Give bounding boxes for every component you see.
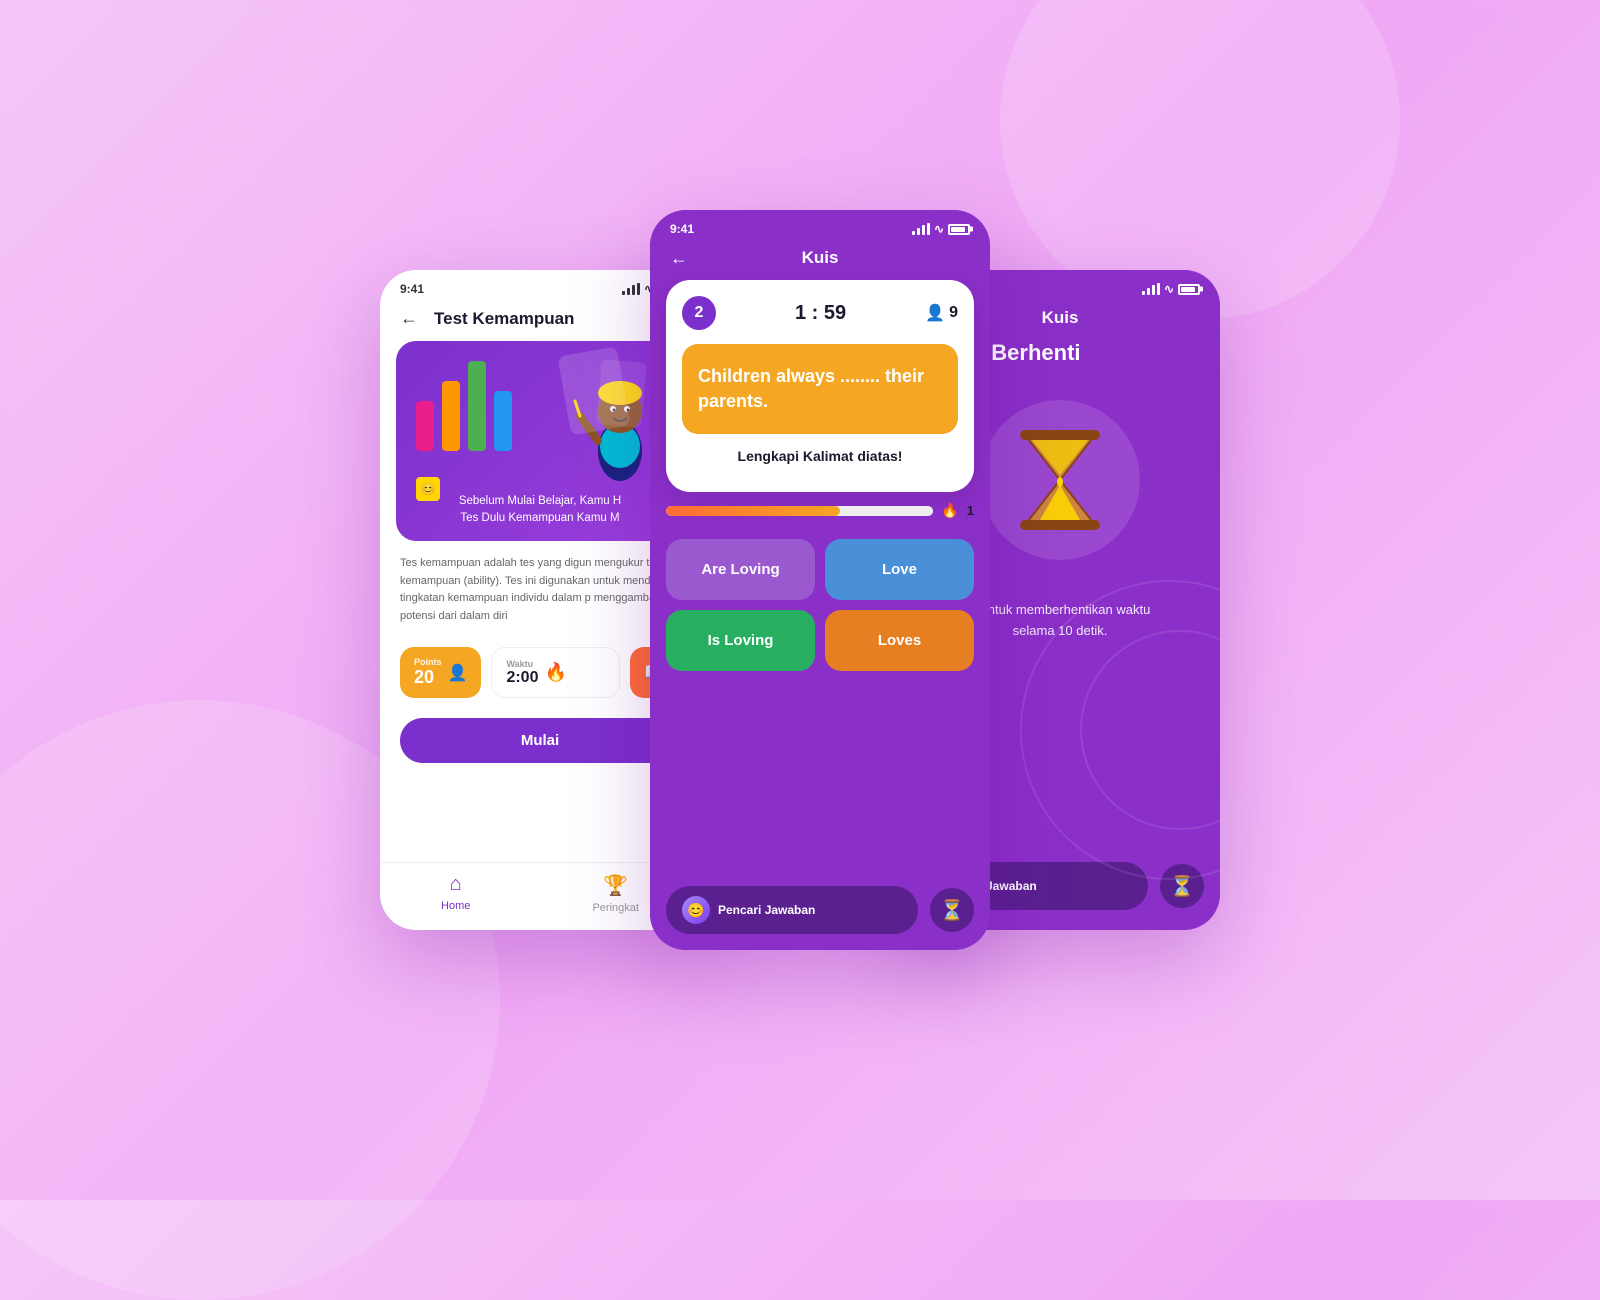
progress-value: 1 [967,503,974,518]
quiz-meta: 2 1 : 59 👤 9 [682,296,958,330]
left-hero-banner: 😊 [396,341,684,541]
center-status-bar: 9:41 ∿ [650,210,990,240]
points-box: Points 20 👤 [400,647,481,698]
hourglass-icon: ⏳ [940,898,965,923]
nav-peringkat[interactable]: 🏆 Peringkat [592,873,638,914]
points-label: Points [414,657,442,667]
pencari-jawaban-button[interactable]: 😊 Pencari Jawaban [666,886,918,934]
progress-bar-background [666,506,933,516]
quiz-timer: 1 : 59 [795,302,846,325]
option-b-button[interactable]: Love [825,539,974,600]
center-status-icons: ∿ [912,222,970,236]
question-box: Children always ........ their parents. [682,344,958,434]
nav-home[interactable]: ⌂ Home [441,873,470,914]
center-hourglass-button[interactable]: ⏳ [930,888,974,932]
options-grid: Are Loving Love Is Loving Loves [666,539,974,671]
pencari-avatar: 😊 [682,896,710,924]
waktu-label: Waktu [506,659,538,669]
right-wifi-icon: ∿ [1164,282,1174,296]
nav-home-label: Home [441,900,470,912]
center-status-time: 9:41 [670,222,694,236]
right-battery-icon [1178,284,1200,295]
phones-container: 9:41 ∿ ← Test Kemampuan [350,150,1250,1050]
center-bottom-toolbar: 😊 Pencari Jawaban ⏳ [650,874,990,950]
hourglass-svg [1000,420,1120,540]
center-battery-icon [948,224,970,235]
pencari-label: Pencari Jawaban [718,903,815,917]
option-c-button[interactable]: Is Loving [666,610,815,671]
hero-deco-rect2 [596,359,646,428]
quiz-card: 2 1 : 59 👤 9 Children always ........ th… [666,280,974,492]
left-back-button[interactable]: ← [400,308,418,329]
center-signal-icon [912,223,930,235]
bar-1 [416,401,434,451]
center-wifi-icon: ∿ [934,222,944,236]
flame-icon: 🔥 [544,662,566,683]
pencari-avatar-icon: 😊 [687,902,704,919]
bar-2 [442,381,460,451]
instruction-text: Lengkapi Kalimat diatas! [682,448,958,464]
center-page-title: Kuis [802,248,839,268]
progress-area: 🔥 1 [666,502,974,519]
center-phone: 9:41 ∿ ← Kuis 2 [650,210,990,950]
waktu-value: 2:00 [506,669,538,687]
left-page-title: Test Kemampuan [434,309,574,329]
option-d-button[interactable]: Loves [825,610,974,671]
score-value: 9 [949,304,958,322]
right-signal-icon [1142,283,1160,295]
hero-text: Sebelum Mulai Belajar, Kamu H Tes Dulu K… [396,493,684,528]
progress-bar-fill [666,506,840,516]
peringkat-icon: 🏆 [603,873,628,898]
bar-4 [494,391,512,451]
nav-peringkat-label: Peringkat [592,902,638,914]
hero-bar-chart [416,361,512,451]
waktu-box: Waktu 2:00 🔥 [491,647,619,698]
points-value: 20 [414,667,442,688]
center-phone-content: 9:41 ∿ ← Kuis 2 [650,210,990,950]
center-header: ← Kuis [650,240,990,280]
mulai-button[interactable]: Mulai [400,718,680,763]
hourglass-illustration [980,400,1140,560]
score-badge: 👤 9 [925,303,958,323]
score-icon: 👤 [925,303,945,323]
bar-3 [468,361,486,451]
question-number: 2 [682,296,716,330]
left-status-time: 9:41 [400,282,424,296]
points-icon: 👤 [448,663,468,683]
question-text: Children always ........ their parents. [698,364,942,414]
center-back-button[interactable]: ← [670,248,688,269]
progress-flame-icon: 🔥 [941,502,958,519]
left-signal-icon [622,283,640,295]
option-a-button[interactable]: Are Loving [666,539,815,600]
right-page-title: Kuis [1042,308,1079,328]
home-icon: ⌂ [450,873,462,896]
right-status-icons: ∿ [1142,282,1200,296]
